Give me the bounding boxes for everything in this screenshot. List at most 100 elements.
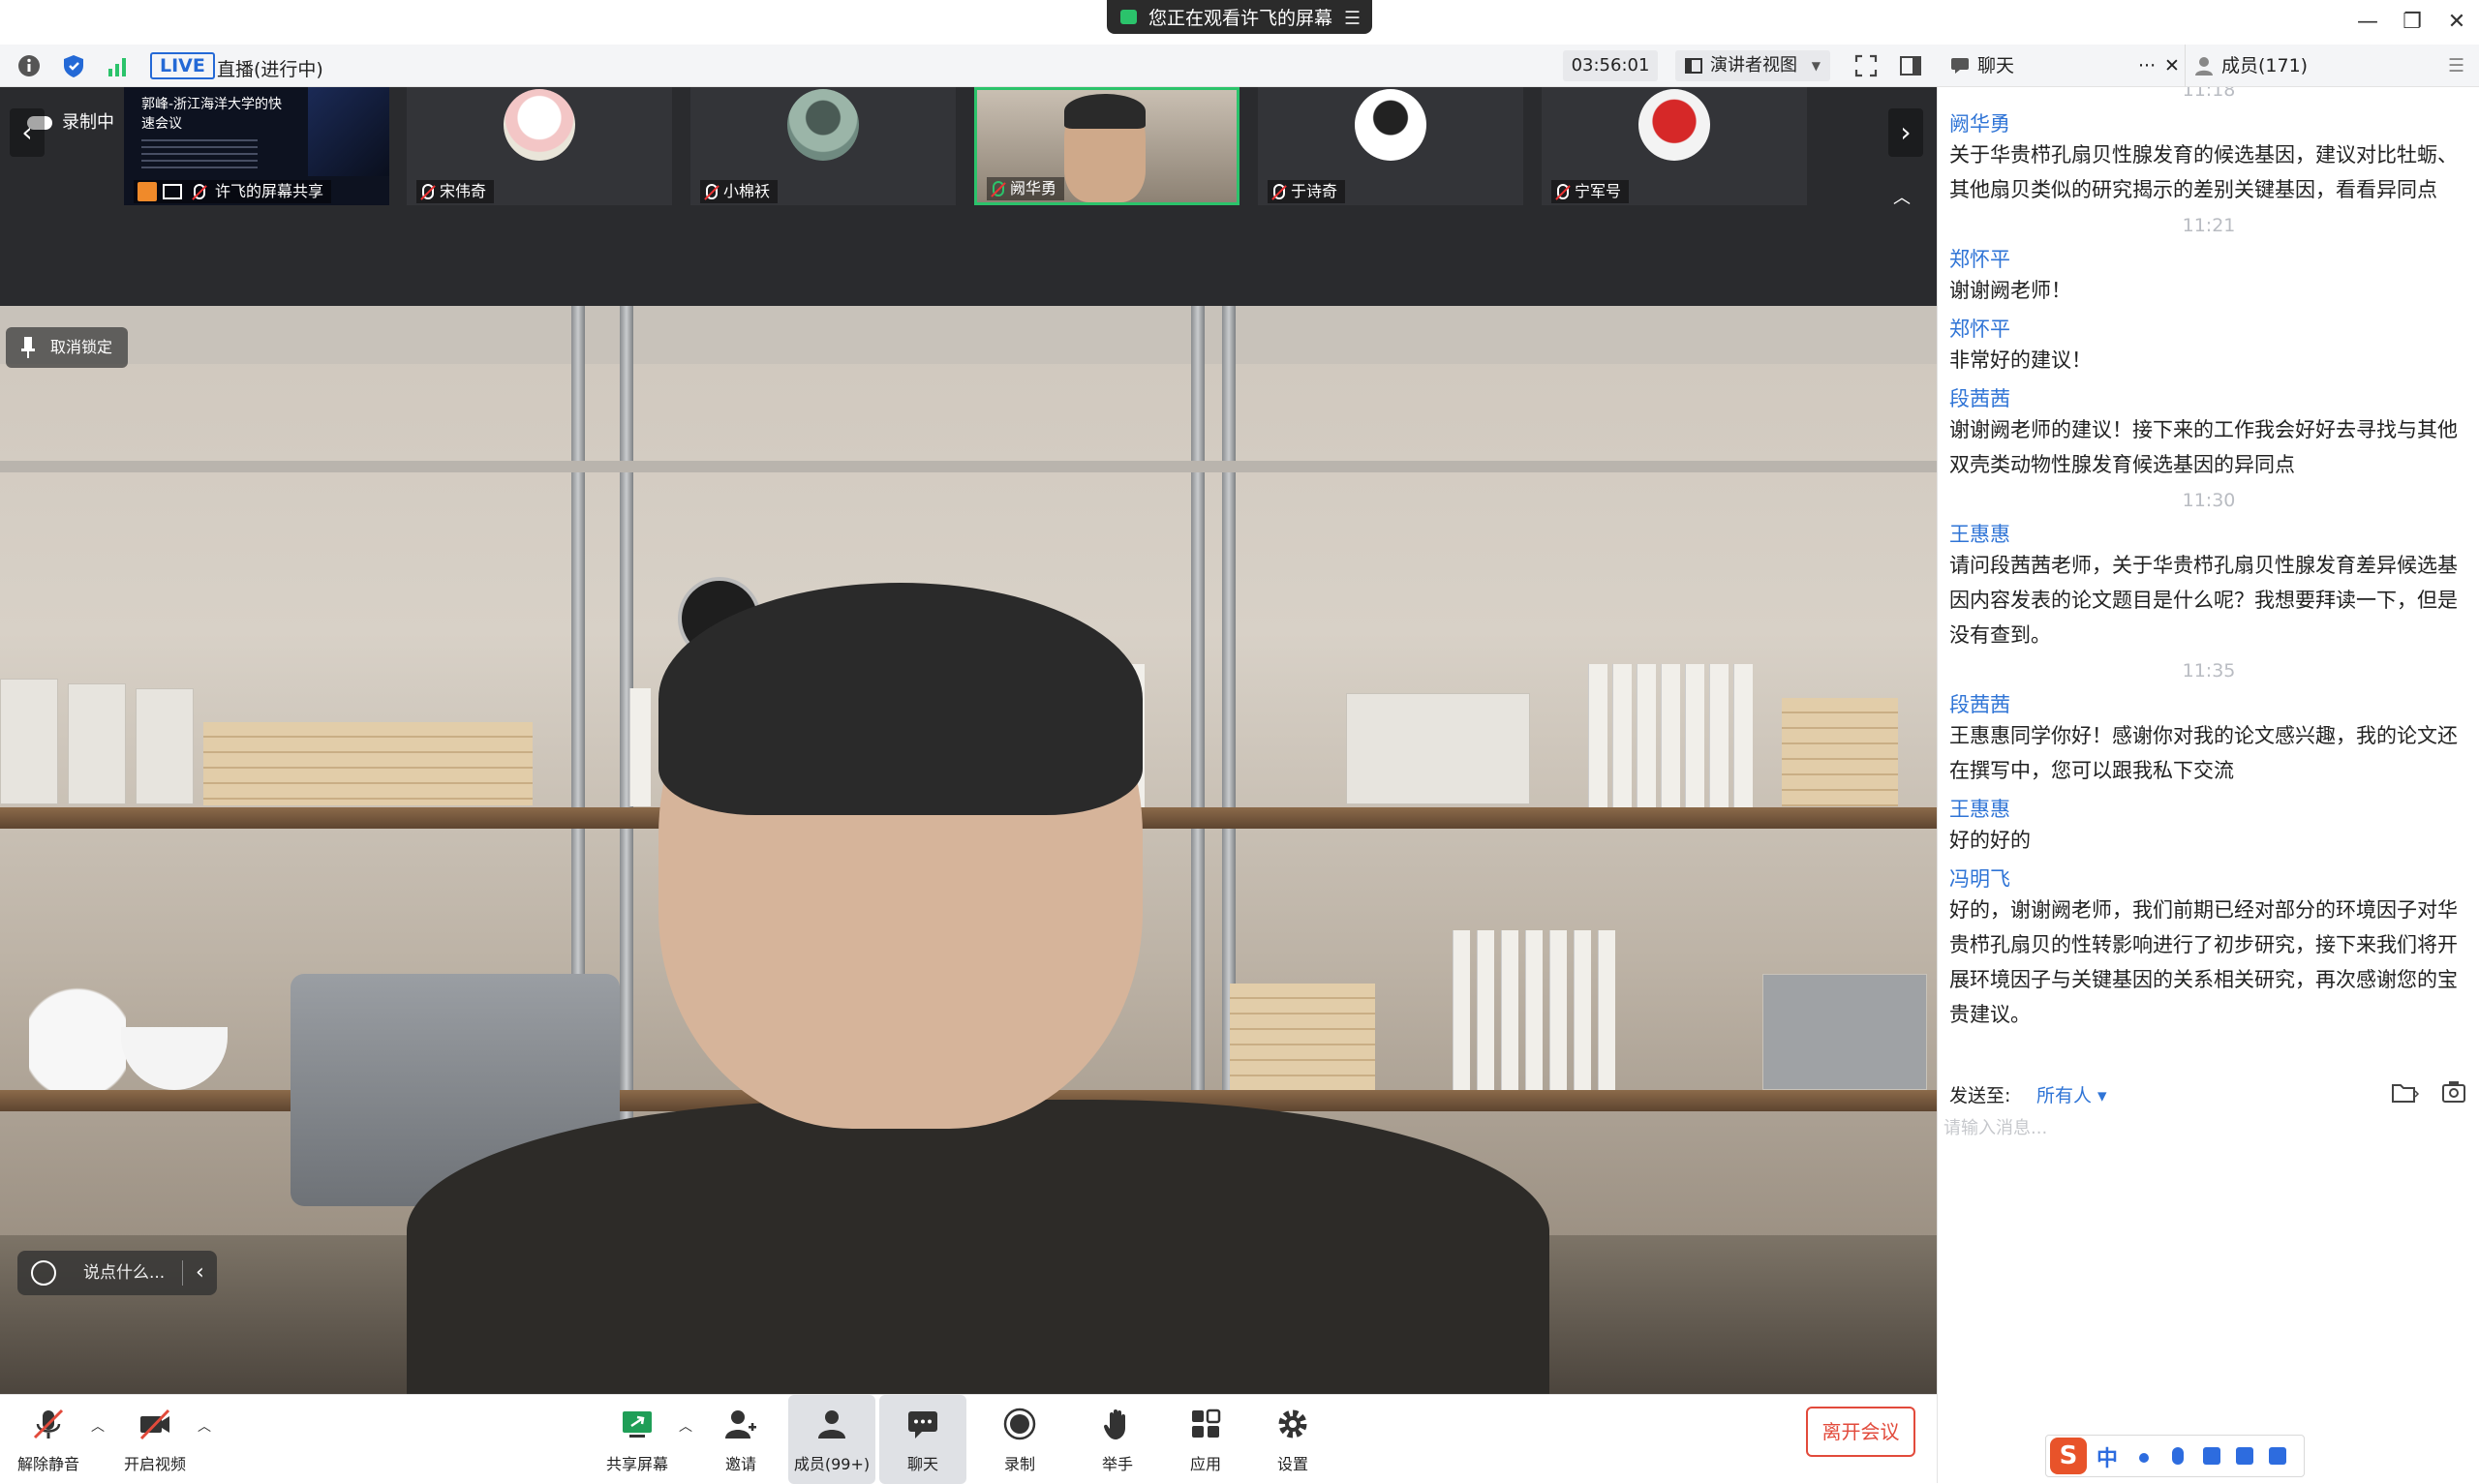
chat-sender[interactable]: 阙华勇 [1949, 108, 2010, 137]
vase [29, 935, 126, 1090]
raise-hand-button[interactable]: 举手 [1074, 1395, 1161, 1484]
settings-button[interactable]: 设置 [1249, 1395, 1336, 1484]
chevron-left-icon[interactable]: ‹ [196, 1251, 204, 1295]
file-folder-icon[interactable] [2391, 1081, 2420, 1105]
slide-body [141, 139, 258, 172]
main-video[interactable]: 取消锁定 说点什么... ‹ [0, 306, 1937, 1394]
person-hair [658, 583, 1143, 815]
sogou-logo-icon[interactable]: S [2050, 1438, 2087, 1474]
members-label: 成员(99+) [793, 1455, 871, 1473]
apps-button[interactable]: 应用 [1162, 1395, 1249, 1484]
tile-name-label: 宋伟奇 [440, 182, 487, 200]
leave-meeting-button[interactable]: 离开会议 [1806, 1407, 1915, 1457]
chat-sender[interactable]: 王惠惠 [1949, 794, 2010, 823]
share-screen-button[interactable]: 共享屏幕 [594, 1395, 681, 1484]
minimize-button[interactable]: — [2353, 8, 2382, 37]
tab-divider [2185, 45, 2186, 87]
gallery-next-button[interactable]: › [1888, 108, 1923, 157]
chat-sender[interactable]: 郑怀平 [1949, 244, 2010, 273]
screenshot-icon[interactable] [2441, 1079, 2466, 1105]
book [1501, 930, 1518, 1090]
avatar [504, 89, 575, 161]
chat-label: 聊天 [906, 1455, 938, 1473]
voice-mic-icon[interactable] [2172, 1447, 2184, 1465]
live-status[interactable]: 直播(进行中) [217, 55, 323, 81]
chat-close-button[interactable]: ✕ [2164, 45, 2180, 87]
punctuation-icon[interactable] [2139, 1453, 2149, 1463]
gallery-prev-button[interactable]: ‹ [10, 108, 45, 157]
tile-participant[interactable]: 于诗奇 [1258, 87, 1523, 205]
tile-active-speaker[interactable]: 阙华勇 [974, 87, 1240, 205]
mic-muted-icon [33, 1408, 64, 1439]
mic-muted-icon [1557, 184, 1569, 199]
banner-menu-icon[interactable]: ☰ [1344, 8, 1361, 29]
reaction-input[interactable]: 说点什么... ‹ [17, 1251, 217, 1295]
ime-language-toggle[interactable]: 中 [2096, 1441, 2118, 1472]
chat-button[interactable]: 聊天 [879, 1395, 966, 1484]
emoji-icon[interactable] [31, 1260, 56, 1286]
host-icon [138, 182, 157, 201]
tab-chat[interactable]: 聊天 [1946, 45, 2014, 87]
chat-sender[interactable]: 王惠惠 [1949, 519, 2010, 548]
audio-options-caret[interactable]: ︿ [90, 1416, 106, 1436]
panel-menu-icon[interactable]: ☰ [2448, 45, 2464, 87]
unlock-pin-button[interactable]: 取消锁定 [6, 327, 129, 368]
chat-timestamp: 11:35 [2182, 660, 2236, 681]
mic-muted-icon [1273, 184, 1285, 199]
unmute-button[interactable]: 解除静音 [5, 1395, 92, 1484]
skin-shirt-icon[interactable] [2236, 1447, 2253, 1465]
sidebar-toggle-icon[interactable] [1898, 53, 1923, 78]
chat-sender[interactable]: 段茜茜 [1949, 383, 2010, 412]
chat-message: 请问段茜茜老师，关于华贵栉孔扇贝性腺发育差异候选基因内容发表的论文题目是什么呢？… [1949, 554, 2458, 647]
info-icon[interactable] [16, 53, 42, 78]
chevron-down-icon: ▼ [1811, 59, 1821, 73]
gear-icon [1278, 1409, 1307, 1439]
start-video-button[interactable]: 开启视频 [111, 1395, 199, 1484]
tile-participant[interactable]: 宋伟奇 [407, 87, 672, 205]
keyboard-icon[interactable] [2203, 1447, 2220, 1465]
chat-sender[interactable]: 冯明飞 [1949, 863, 2010, 893]
speaker-view-button[interactable]: 演讲者视图 ▼ [1675, 50, 1830, 81]
book [1525, 930, 1543, 1090]
fullscreen-icon[interactable] [1853, 53, 1879, 78]
maximize-button[interactable]: ❐ [2398, 8, 2427, 37]
chat-sender[interactable]: 郑怀平 [1949, 314, 2010, 343]
chat-more-button[interactable]: ··· [2138, 45, 2156, 87]
share-options-caret[interactable]: ︿ [678, 1416, 693, 1436]
tab-members[interactable]: 成员(171) [2190, 45, 2308, 87]
tile-participant[interactable]: 小棉袄 [690, 87, 956, 205]
chat-message: 关于华贵栉孔扇贝性腺发育的候选基因，建议对比牡蛎、其他扇贝类似的研究揭示的差别关… [1949, 143, 2458, 201]
security-shield-icon[interactable] [61, 53, 86, 78]
mic-muted-icon [422, 184, 434, 199]
chat-panel[interactable]: 11:18 阙华勇 关于华贵栉孔扇贝性腺发育的候选基因，建议对比牡蛎、其他扇贝类… [1937, 87, 2479, 1075]
video-options-caret[interactable]: ︿ [197, 1416, 212, 1436]
mic-muted-icon [194, 184, 205, 199]
tile-participant[interactable]: 宁军号 [1542, 87, 1807, 205]
chat-message: 谢谢阙老师的建议！接下来的工作我会好好去寻找与其他双壳类动物性腺发育候选基因的异… [1949, 418, 2458, 476]
stacked-boards [1230, 984, 1375, 1090]
tile-name: 宋伟奇 [416, 180, 495, 203]
signal-strength-icon[interactable] [106, 53, 131, 78]
record-label: 录制 [1003, 1455, 1035, 1473]
close-window-button[interactable]: ✕ [2442, 8, 2471, 37]
chat-sender[interactable]: 段茜茜 [1949, 689, 2010, 718]
tile-screen-share[interactable]: 郭峰-浙江海洋大学的快速会议 许飞的屏幕共享 [124, 87, 389, 205]
chat-message: 好的，谢谢阙老师，我们前期已经对部分的环境因子对华贵栉孔扇贝的性转影响进行了初步… [1949, 898, 2458, 1026]
apps-label: 应用 [1189, 1455, 1221, 1473]
invite-button[interactable]: 邀请 [697, 1395, 784, 1484]
send-to-select[interactable]: 所有人 ▾ [2036, 1081, 2107, 1107]
screen-share-banner[interactable]: 您正在观看许飞的屏幕 ☰ [1107, 0, 1372, 34]
ime-toolbar[interactable]: S 中 [2045, 1435, 2305, 1477]
mic-active-icon [993, 181, 1004, 197]
layout-icon [1685, 58, 1702, 74]
meeting-timer: 03:56:01 [1563, 50, 1658, 81]
gallery-collapse-button[interactable]: ︿ [1893, 184, 1911, 209]
chat-message-input[interactable] [1943, 1108, 2474, 1147]
invite-label: 邀请 [724, 1455, 756, 1473]
storage-box [1762, 974, 1927, 1090]
live-badge[interactable]: LIVE [150, 52, 215, 79]
record-button[interactable]: 录制 [976, 1395, 1063, 1484]
members-button[interactable]: 成员(99+) [788, 1395, 875, 1484]
chat-message: 非常好的建议！ [1949, 348, 2092, 372]
toolbox-grid-icon[interactable] [2269, 1447, 2286, 1465]
